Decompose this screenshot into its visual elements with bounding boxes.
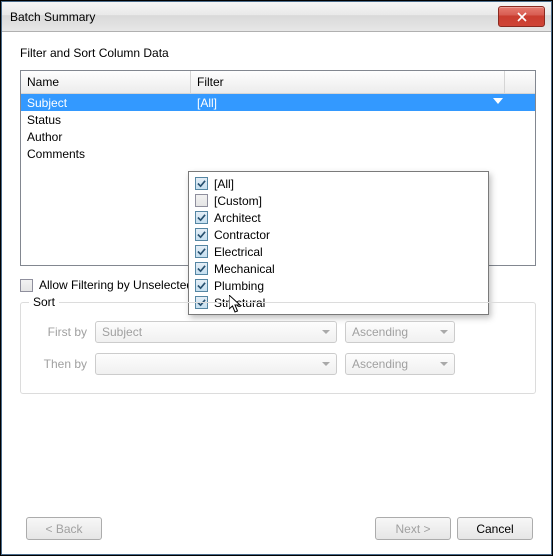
filter-option[interactable]: Electrical [189,243,488,260]
filter-option-label: Electrical [214,245,263,259]
filter-option[interactable]: Plumbing [189,277,488,294]
row-filter-cell[interactable]: [All] [191,96,535,110]
button-label: Next > [395,522,430,536]
column-header-spacer [505,71,535,93]
section-heading: Filter and Sort Column Data [20,46,533,60]
window-title: Batch Summary [10,10,498,24]
filter-option-label: Mechanical [214,262,275,276]
button-label: < Back [45,522,82,536]
checkbox-icon[interactable] [195,177,208,190]
chevron-down-icon [440,362,448,366]
sort-first-row: First by Subject Ascending [35,321,521,343]
chevron-down-icon [322,362,330,366]
checkbox-icon[interactable] [195,194,208,207]
filter-option[interactable]: Contractor [189,226,488,243]
sort-first-order-combo[interactable]: Ascending [345,321,455,343]
chevron-down-icon [440,330,448,334]
table-row[interactable]: Comments [21,145,535,162]
checkbox-icon[interactable] [20,279,33,292]
filter-option-label: Contractor [214,228,270,242]
chevron-down-icon [322,330,330,334]
sort-then-label: Then by [35,357,95,371]
filter-option[interactable]: [Custom] [189,192,488,209]
combo-value: Ascending [352,325,408,339]
sort-first-field-combo[interactable]: Subject [95,321,337,343]
filter-option-label: Plumbing [214,279,264,293]
filter-option[interactable]: [All] [189,175,488,192]
filter-dropdown[interactable]: [All] [Custom] Architect Contractor Elec… [188,171,489,315]
close-icon [517,12,527,22]
sort-group: Sort First by Subject Ascending Then by [20,302,536,394]
combo-value: Subject [102,325,142,339]
filter-option-label: [Custom] [214,194,262,208]
column-header-name[interactable]: Name [21,71,191,93]
next-button[interactable]: Next > [375,517,451,540]
sort-first-label: First by [35,325,95,339]
combo-value: Ascending [352,357,408,371]
row-name: Subject [21,96,191,110]
dialog-window: Batch Summary Filter and Sort Column Dat… [1,1,552,555]
checkbox-icon[interactable] [195,228,208,241]
cancel-button[interactable]: Cancel [457,517,533,540]
sort-legend: Sort [29,295,59,309]
title-bar: Batch Summary [2,2,551,32]
row-name: Comments [21,147,191,161]
back-button[interactable]: < Back [26,517,102,540]
row-name: Author [21,130,191,144]
table-row[interactable]: Status [21,111,535,128]
column-header-filter[interactable]: Filter [191,71,505,93]
button-bar: < Back Next > Cancel [20,517,533,540]
chevron-down-icon [493,98,503,104]
sort-then-order-combo[interactable]: Ascending [345,353,455,375]
row-filter-value: [All] [197,96,217,110]
checkbox-icon[interactable] [195,245,208,258]
close-button[interactable] [498,6,545,27]
dialog-content: Filter and Sort Column Data Name Filter … [2,32,551,554]
checkbox-icon[interactable] [195,262,208,275]
checkbox-icon[interactable] [195,211,208,224]
sort-then-field-combo[interactable] [95,353,337,375]
sort-then-row: Then by Ascending [35,353,521,375]
table-header: Name Filter [21,71,535,94]
table-row[interactable]: Subject [All] [21,94,535,111]
checkbox-icon[interactable] [195,279,208,292]
filter-option[interactable]: Architect [189,209,488,226]
button-label: Cancel [476,522,513,536]
filter-option-label: [All] [214,177,234,191]
filter-option[interactable]: Mechanical [189,260,488,277]
table-row[interactable]: Author [21,128,535,145]
filter-option-label: Architect [214,211,261,225]
row-name: Status [21,113,191,127]
